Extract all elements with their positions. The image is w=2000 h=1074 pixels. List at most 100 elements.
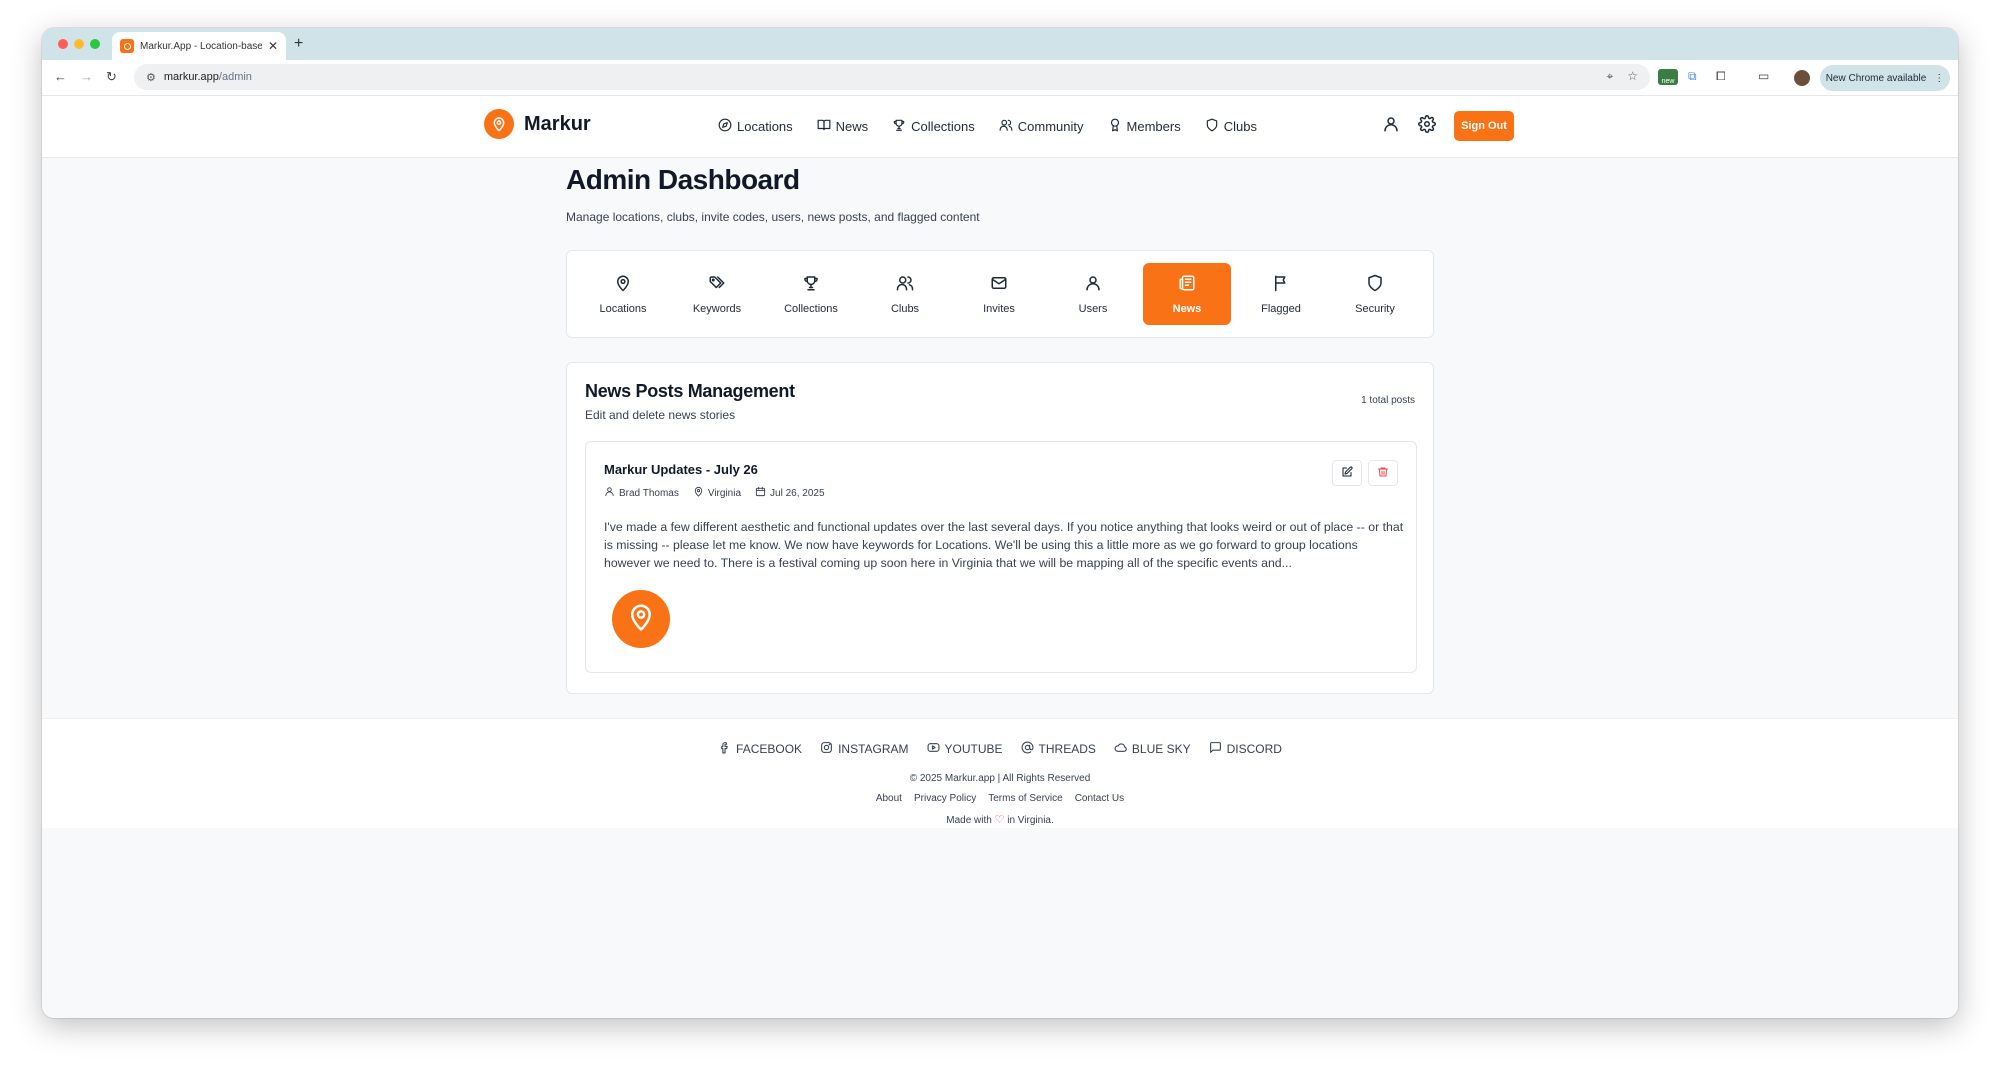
tab-label: Keywords xyxy=(692,302,742,315)
youtube-icon xyxy=(927,741,940,757)
address-bar[interactable]: ⚙ markur.app/admin ⌖ ☆ xyxy=(134,64,1650,90)
tab-label: Collections xyxy=(784,302,838,315)
brand-logo[interactable]: Markur xyxy=(484,109,591,139)
social-label: INSTAGRAM xyxy=(838,742,909,756)
map-pin-logo-icon xyxy=(484,109,514,139)
reload-icon[interactable]: ↻ xyxy=(106,69,117,85)
nav-community[interactable]: Community xyxy=(999,118,1084,135)
nav-label: Members xyxy=(1126,119,1181,134)
tab-flagged[interactable]: Flagged xyxy=(1237,263,1325,325)
user-icon xyxy=(1084,274,1102,297)
profile-avatar[interactable] xyxy=(1794,70,1810,86)
nav-label: News xyxy=(835,119,869,134)
delete-post-button[interactable] xyxy=(1368,460,1398,486)
tab-news[interactable]: News xyxy=(1143,263,1231,325)
social-label: FACEBOOK xyxy=(736,742,803,756)
instagram-icon xyxy=(820,741,833,757)
footer-link-contact[interactable]: Contact Us xyxy=(1075,793,1124,804)
back-icon[interactable]: ← xyxy=(54,69,67,84)
nav-collections[interactable]: Collections xyxy=(892,118,975,135)
calendar-icon xyxy=(755,486,766,500)
tab-label: Locations xyxy=(599,302,647,315)
newspaper-icon xyxy=(1178,274,1196,297)
tab-locations[interactable]: Locations xyxy=(579,263,667,325)
settings-gear-icon[interactable] xyxy=(1418,114,1436,138)
site-header: Markur Locations News Collections Commun… xyxy=(42,96,1958,158)
heart-icon: ♡ xyxy=(994,814,1005,826)
bookmark-star-icon[interactable]: ☆ xyxy=(1627,69,1638,84)
close-window-button[interactable] xyxy=(58,39,68,49)
footer-link-about[interactable]: About xyxy=(876,793,902,804)
tab-collections[interactable]: Collections xyxy=(767,263,855,325)
trash-icon xyxy=(1377,466,1389,481)
author-name: Brad Thomas xyxy=(619,487,679,499)
cloud-icon xyxy=(1114,741,1127,757)
users-icon xyxy=(999,118,1013,135)
main-nav: Locations News Collections Community Mem… xyxy=(718,118,1257,135)
extension-new-icon[interactable]: new xyxy=(1658,69,1678,85)
side-panel-icon[interactable]: ▭ xyxy=(1758,69,1769,83)
url-host: markur.app xyxy=(163,71,219,83)
brand-name: Markur xyxy=(524,112,591,135)
new-tab-button[interactable]: + xyxy=(294,35,303,53)
post-title: Markur Updates - July 26 xyxy=(604,462,758,477)
date-text: Jul 26, 2025 xyxy=(770,487,825,499)
browser-toolbar: ← → ↻ ⚙ markur.app/admin ⌖ ☆ new ⧉ ⧠ ▭ N… xyxy=(42,60,1958,96)
tab-close-icon[interactable]: ✕ xyxy=(268,39,278,53)
browser-tab[interactable]: Markur.App - Location-based ✕ xyxy=(112,32,286,60)
nav-news[interactable]: News xyxy=(817,118,869,135)
post-location: Virginia xyxy=(693,486,741,500)
award-icon xyxy=(1108,118,1122,135)
social-facebook[interactable]: FACEBOOK xyxy=(718,741,802,757)
user-profile-icon[interactable] xyxy=(1382,115,1400,138)
post-image-placeholder[interactable] xyxy=(612,590,670,648)
news-management-panel: News Posts Management Edit and delete ne… xyxy=(566,362,1434,694)
social-label: YOUTUBE xyxy=(944,742,1003,756)
minimize-window-button[interactable] xyxy=(74,39,84,49)
footer-links: About Privacy Policy Terms of Service Co… xyxy=(42,793,1958,804)
translate-icon[interactable]: ⧉ xyxy=(1688,69,1697,84)
tab-label: Invites xyxy=(983,302,1015,315)
post-excerpt: I've made a few different aesthetic and … xyxy=(604,520,1404,570)
social-bluesky[interactable]: BLUE SKY xyxy=(1114,741,1191,757)
tab-invites[interactable]: Invites xyxy=(955,263,1043,325)
social-threads[interactable]: THREADS xyxy=(1021,741,1096,757)
social-youtube[interactable]: YOUTUBE xyxy=(927,741,1003,757)
panel-subtitle: Edit and delete news stories xyxy=(585,408,736,422)
social-instagram[interactable]: INSTAGRAM xyxy=(820,741,909,757)
trophy-icon xyxy=(892,118,906,135)
edit-post-button[interactable] xyxy=(1332,460,1362,486)
forward-icon[interactable]: → xyxy=(80,69,93,84)
footer-link-privacy[interactable]: Privacy Policy xyxy=(914,793,976,804)
nav-members[interactable]: Members xyxy=(1108,118,1181,135)
book-icon xyxy=(817,118,831,135)
social-label: THREADS xyxy=(1038,742,1096,756)
header-actions: Sign Out xyxy=(1382,111,1514,141)
mail-icon xyxy=(990,274,1008,297)
social-discord[interactable]: DISCORD xyxy=(1209,741,1282,757)
post-actions xyxy=(1332,460,1398,486)
tab-security[interactable]: Security xyxy=(1331,263,1419,325)
url-path: /admin xyxy=(218,71,252,83)
tab-keywords[interactable]: Keywords xyxy=(673,263,761,325)
made-with-suffix: in Virginia. xyxy=(1007,815,1054,826)
site-info-icon[interactable]: ⚙ xyxy=(146,71,156,84)
social-label: DISCORD xyxy=(1226,742,1282,756)
browser-window: Markur.App - Location-based ✕ + ← → ↻ ⚙ … xyxy=(42,28,1958,1018)
location-icon[interactable]: ⌖ xyxy=(1606,69,1613,84)
nav-label: Clubs xyxy=(1223,119,1257,134)
map-pin-icon xyxy=(693,486,704,500)
maximize-window-button[interactable] xyxy=(90,39,100,49)
nav-locations[interactable]: Locations xyxy=(718,118,793,135)
nav-clubs[interactable]: Clubs xyxy=(1205,118,1257,135)
social-links: FACEBOOK INSTAGRAM YOUTUBE THREADS BLUE … xyxy=(42,741,1958,757)
omnibox-actions: ⌖ ☆ xyxy=(1606,69,1638,84)
footer-link-terms[interactable]: Terms of Service xyxy=(988,793,1062,804)
tab-clubs[interactable]: Clubs xyxy=(861,263,949,325)
user-icon xyxy=(604,486,615,500)
sign-out-button[interactable]: Sign Out xyxy=(1454,111,1514,141)
chrome-update-button[interactable]: New Chrome available ⋮ xyxy=(1820,65,1950,91)
page-title: Admin Dashboard xyxy=(566,164,800,195)
extensions-icon[interactable]: ⧠ xyxy=(1716,69,1726,84)
tab-users[interactable]: Users xyxy=(1049,263,1137,325)
